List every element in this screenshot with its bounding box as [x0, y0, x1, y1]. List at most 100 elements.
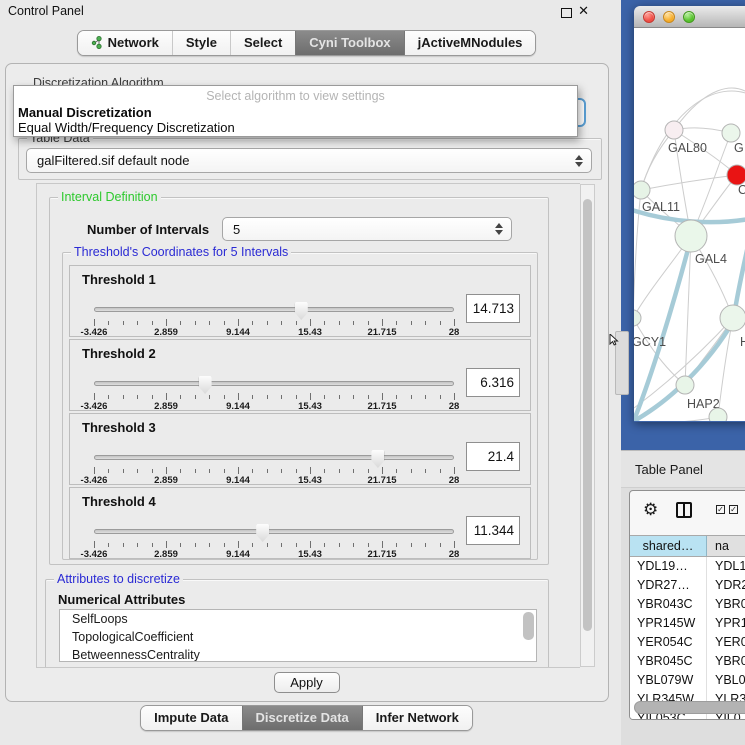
- network-node-gal4[interactable]: [675, 220, 707, 252]
- network-node-gal11[interactable]: [634, 181, 650, 199]
- table-row[interactable]: YBR045CYBR0: [630, 652, 745, 671]
- table-row[interactable]: YPR145WYPR1: [630, 614, 745, 633]
- attribute-list-item[interactable]: BetweennessCentrality: [60, 646, 536, 662]
- network-edge[interactable]: [641, 130, 674, 190]
- table-row[interactable]: YDR27…YDR2: [630, 576, 745, 595]
- close-window-icon[interactable]: [643, 11, 655, 23]
- tab-jactivemnodules[interactable]: jActiveMNodules: [404, 31, 536, 55]
- slider-tick: [195, 395, 196, 399]
- tab-discretize-data[interactable]: Discretize Data: [242, 706, 362, 730]
- table-cell: YPR1: [707, 614, 745, 633]
- algorithm-placeholder-option[interactable]: Select algorithm to view settings: [14, 89, 577, 103]
- minimize-window-icon[interactable]: [663, 11, 675, 23]
- slider-tick: [296, 321, 297, 325]
- tab-label: Select: [244, 35, 282, 50]
- tab-impute-data[interactable]: Impute Data: [141, 706, 241, 730]
- slider-thumb[interactable]: [295, 302, 308, 320]
- slider-thumb[interactable]: [371, 450, 384, 468]
- threshold-value-field[interactable]: 11.344: [466, 516, 520, 545]
- slider-thumb[interactable]: [199, 376, 212, 394]
- threshold-value-field[interactable]: 6.316: [466, 368, 520, 397]
- network-node-c[interactable]: [727, 165, 745, 185]
- table-column-header[interactable]: shared…: [630, 536, 707, 556]
- tab-infer-network[interactable]: Infer Network: [362, 706, 472, 730]
- checkbox-icon[interactable]: ✓: [716, 505, 725, 514]
- network-edge[interactable]: [674, 88, 745, 130]
- column-browser-icon[interactable]: [676, 502, 692, 518]
- tab-style[interactable]: Style: [172, 31, 230, 55]
- threshold-value-field[interactable]: 14.713: [466, 294, 520, 323]
- attribute-list-item[interactable]: SelfLoops: [60, 610, 536, 628]
- node-label: G: [734, 141, 744, 155]
- attributes-list-scrollbar[interactable]: [523, 612, 534, 640]
- algorithm-option-equal-width[interactable]: Equal Width/Frequency Discretization: [18, 120, 235, 135]
- threshold-slider[interactable]: -3.4262.8599.14415.4321.71528: [94, 450, 454, 484]
- settings-vertical-scrollbar[interactable]: [580, 184, 595, 667]
- algorithm-option-manual[interactable]: Manual Discretization: [18, 105, 152, 120]
- checkbox-icon[interactable]: ✓: [729, 505, 738, 514]
- table-cell: YDR27…: [630, 576, 707, 595]
- slider-tick: [252, 543, 253, 547]
- threshold-slider[interactable]: -3.4262.8599.14415.4321.71528: [94, 376, 454, 410]
- slider-tick: [137, 469, 138, 473]
- network-node-gal80[interactable]: [665, 121, 683, 139]
- threshold-slider[interactable]: -3.4262.8599.14415.4321.71528: [94, 524, 454, 558]
- top-tabbar: NetworkStyle Select Cyni ToolboxjActiveMNo…: [0, 30, 613, 56]
- slider-tick: [195, 321, 196, 325]
- network-node-hap2[interactable]: [676, 376, 694, 394]
- table-data-combobox[interactable]: galFiltered.sif default node: [26, 148, 592, 173]
- network-edge[interactable]: [634, 318, 733, 408]
- numerical-attributes-list[interactable]: SelfLoopsTopologicalCoefficientBetweenne…: [59, 609, 537, 662]
- slider-tick: [94, 319, 95, 326]
- table-row[interactable]: YBR043CYBR0: [630, 595, 745, 614]
- apply-button[interactable]: Apply: [274, 672, 340, 693]
- table-row[interactable]: YER054CYER0: [630, 633, 745, 652]
- slider-tick: [324, 543, 325, 547]
- slider-tick: [252, 395, 253, 399]
- slider-tick: [180, 321, 181, 325]
- scrollbar-thumb[interactable]: [634, 701, 745, 714]
- slider-tick: [411, 395, 412, 399]
- slider-tick: [411, 469, 412, 473]
- slider-track[interactable]: [94, 455, 454, 460]
- network-node-g[interactable]: [722, 124, 740, 142]
- network-window-titlebar[interactable]: [634, 6, 745, 28]
- network-node-h[interactable]: [720, 305, 745, 331]
- slider-tick: [108, 469, 109, 473]
- network-edge[interactable]: [641, 175, 737, 190]
- threshold-slider[interactable]: -3.4262.8599.14415.4321.71528: [94, 302, 454, 336]
- slider-tick: [94, 467, 95, 474]
- table-column-header[interactable]: na: [707, 536, 745, 556]
- network-node-gcy1[interactable]: [634, 310, 641, 326]
- table-row[interactable]: YDL19…YDL1: [630, 557, 745, 576]
- number-of-intervals-combobox[interactable]: 5: [222, 217, 512, 241]
- slider-track[interactable]: [94, 381, 454, 386]
- slider-tick: [152, 469, 153, 473]
- slider-thumb[interactable]: [256, 524, 269, 542]
- slider-tick: [425, 321, 426, 325]
- scrollbar-thumb[interactable]: [583, 199, 592, 631]
- network-edge-thick[interactable]: [734, 228, 745, 316]
- attribute-list-item[interactable]: TopologicalCoefficient: [60, 628, 536, 646]
- tick-label: -3.426: [81, 549, 108, 560]
- tick-label: 2.859: [154, 327, 178, 338]
- tick-label: 15.43: [298, 401, 322, 412]
- slider-track[interactable]: [94, 307, 454, 312]
- slider-track[interactable]: [94, 529, 454, 534]
- zoom-window-icon[interactable]: [683, 11, 695, 23]
- tab-network[interactable]: Network: [78, 31, 172, 55]
- tab-select[interactable]: Select: [230, 31, 295, 55]
- gear-icon[interactable]: ⚙: [643, 500, 658, 520]
- close-panel-icon[interactable]: ✕: [578, 3, 589, 19]
- slider-tick: [209, 469, 210, 473]
- threshold-value-field[interactable]: 21.4: [466, 442, 520, 471]
- float-panel-icon[interactable]: [561, 8, 572, 18]
- node-label: GAL4: [695, 252, 727, 266]
- network-node[interactable]: [709, 408, 727, 421]
- network-edge[interactable]: [634, 417, 718, 421]
- network-canvas[interactable]: GAL80GCGAL11GAL4GCY1HHAP2: [634, 28, 745, 421]
- tick-label: 21.715: [367, 401, 396, 412]
- table-row[interactable]: YBL079WYBL0: [630, 671, 745, 690]
- tab-cyni-toolbox[interactable]: Cyni Toolbox: [295, 31, 403, 55]
- table-horizontal-scrollbar[interactable]: [634, 701, 745, 714]
